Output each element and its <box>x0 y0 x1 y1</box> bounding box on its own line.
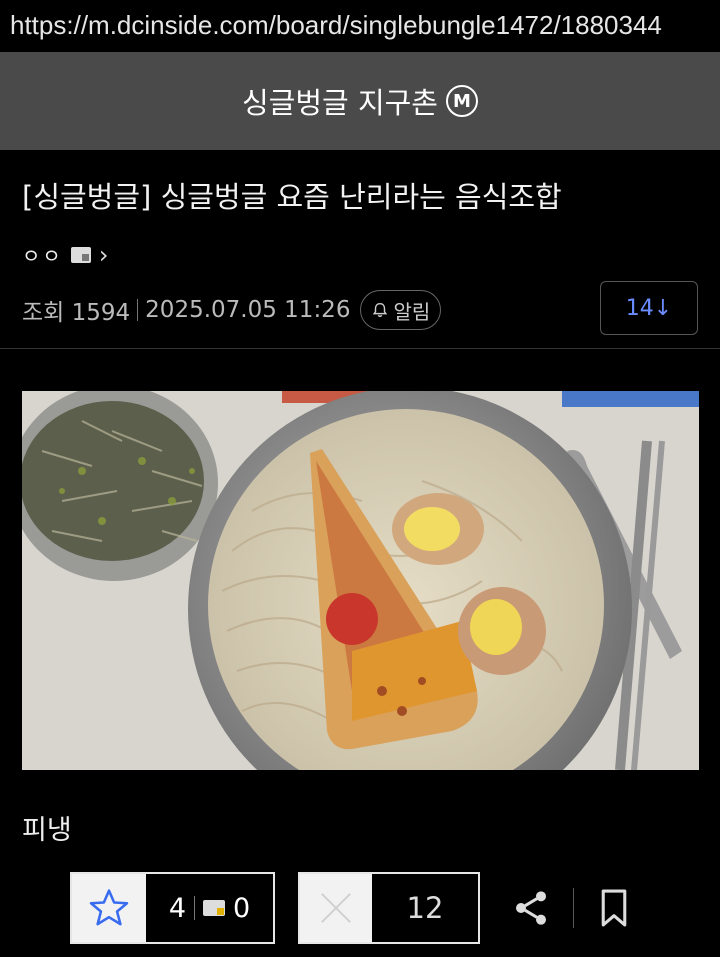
naengmyeon-with-pizza-photo <box>22 391 699 770</box>
star-icon <box>89 889 129 926</box>
alarm-button[interactable]: 알림 <box>360 290 442 330</box>
minor-gallery-badge-icon: M <box>445 85 478 117</box>
action-divider <box>573 888 574 928</box>
recommend-box: 4 0 <box>70 872 275 944</box>
gallery-title[interactable]: 싱글벙글 지구촌 <box>242 80 438 122</box>
meta-divider <box>137 299 139 321</box>
bookmark-button[interactable] <box>594 884 634 932</box>
share-button[interactable] <box>507 884 555 932</box>
downvote-count: 12 <box>406 891 444 925</box>
alarm-label: 알림 <box>393 299 431 324</box>
count-divider <box>194 896 195 920</box>
fixed-nick-icon <box>70 246 91 263</box>
post-date: 2025.07.05 11:26 <box>145 297 351 323</box>
comment-count-button[interactable]: 14↓ <box>600 281 698 335</box>
post-image[interactable] <box>22 391 699 770</box>
header-divider <box>0 348 720 349</box>
author-row[interactable]: ㅇㅇ › <box>22 240 108 269</box>
view-count: 조회 1594 <box>22 300 131 326</box>
author-name[interactable]: ㅇㅇ <box>22 240 63 269</box>
recommend-count: 4 <box>168 892 186 924</box>
downvote-box: 12 <box>298 872 480 944</box>
x-icon <box>321 893 351 923</box>
downvote-button[interactable] <box>300 874 372 942</box>
gallery-header: 싱글벙글 지구촌 M <box>0 52 720 150</box>
bell-icon <box>373 302 388 318</box>
recommend-button[interactable] <box>72 874 146 942</box>
address-bar[interactable]: https://m.dcinside.com/board/singlebungl… <box>0 0 720 52</box>
post-meta: 조회 1594 2025.07.05 11:26 알림 <box>22 290 442 330</box>
bookmark-icon <box>601 889 627 927</box>
fixed-recommend-count: 0 <box>233 892 251 924</box>
share-icon <box>516 891 546 925</box>
post-title: [싱글벙글] 싱글벙글 요즘 난리라는 음식조합 <box>22 180 562 214</box>
recommend-counts: 4 0 <box>146 874 273 942</box>
chevron-right-icon: › <box>98 240 109 269</box>
fixed-nick-recommend-icon <box>203 900 225 916</box>
post-body-text: 피냉 <box>22 815 72 846</box>
